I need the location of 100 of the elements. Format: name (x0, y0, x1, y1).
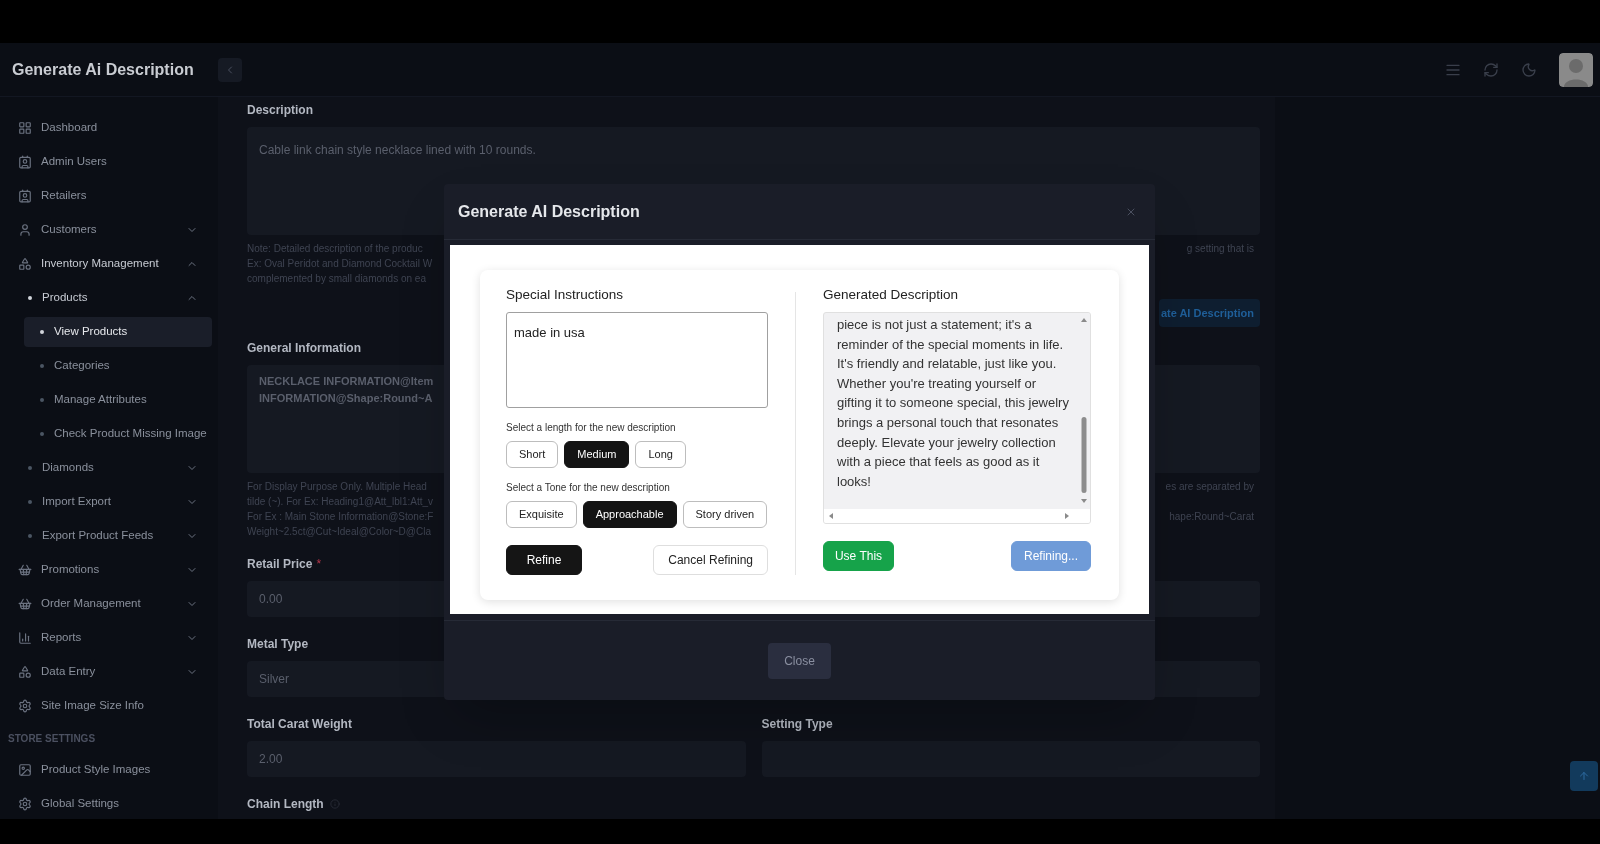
action-button[interactable]: Use This (823, 541, 894, 571)
collapse-button[interactable] (218, 57, 242, 82)
bullet-icon (28, 500, 32, 504)
bar-chart-icon (18, 631, 32, 645)
avatar-icon[interactable] (1559, 52, 1593, 87)
textarea-text: NECKLACE INFORMATION@Item (259, 374, 434, 389)
sidebar-item-label: Export Product Feeds (42, 528, 155, 544)
sidebar-item-label: Import Export (42, 494, 113, 510)
gear-icon (18, 699, 32, 713)
section-title: Special Instructions (506, 285, 625, 304)
option-button[interactable]: Exquisite (506, 501, 577, 528)
sidebar-item[interactable]: Order Management (6, 589, 212, 619)
sidebar-item-label: Diamonds (42, 460, 95, 476)
field-label: Description (247, 102, 313, 119)
sidebar-item[interactable]: Global Settings (6, 789, 212, 819)
sidebar-item[interactable]: Product Style Images (6, 755, 212, 785)
sidebar-item-label: Products (42, 290, 89, 306)
field-label: Retail Price (247, 556, 313, 573)
arrow-up-icon (1578, 770, 1590, 782)
shapes-icon (18, 665, 32, 679)
sidebar-item-label: Order Management (41, 596, 142, 612)
sidebar-item[interactable]: Products (6, 283, 212, 313)
required-mark: * (316, 556, 322, 573)
sidebar-item-label: Dashboard (41, 120, 99, 136)
scroll-top-button[interactable] (1570, 761, 1598, 791)
option-button[interactable]: Story driven (682, 501, 768, 528)
sidebar-item[interactable]: Check Product Missing Image (24, 419, 212, 449)
refresh-icon[interactable] (1483, 61, 1499, 78)
textarea-text: Cable link chain style necklace lined with 10 rounds. (259, 143, 536, 157)
section-heading: STORE SETTINGS (7, 731, 97, 746)
sidebar-item[interactable]: Import Export (6, 487, 212, 517)
sidebar-item[interactable]: Dashboard (6, 113, 212, 143)
sidebar-item-label: Manage Attributes (54, 392, 148, 408)
action-button[interactable]: Refine (506, 545, 582, 575)
sidebar-item-label: Inventory Management (41, 256, 160, 272)
app-title: Generate Ai Description (12, 59, 194, 80)
bullet-icon (40, 364, 44, 368)
sidebar-item[interactable]: Admin Users (6, 147, 212, 177)
horizontal-scrollbar[interactable] (824, 509, 1090, 523)
input-value: Silver (259, 671, 289, 688)
sidebar-item[interactable]: Manage Attributes (24, 385, 212, 415)
field-label: Chain Length (247, 796, 324, 813)
modal-title: Generate AI Description (458, 201, 640, 222)
sidebar-item-label: Promotions (41, 562, 101, 578)
bullet-icon (40, 330, 44, 334)
sidebar-item[interactable]: Export Product Feeds (6, 521, 212, 551)
sidebar-item-label: Site Image Size Info (41, 698, 145, 714)
sidebar-item-label: View Products (54, 324, 129, 340)
field-label: General Information (247, 340, 362, 357)
close-button[interactable]: Close (768, 642, 831, 679)
action-button[interactable]: Cancel Refining (653, 545, 768, 575)
sidebar-item[interactable]: Categories (24, 351, 212, 381)
sidebar-item[interactable]: View Products (24, 317, 212, 347)
sidebar-item[interactable]: Inventory Management (6, 249, 212, 279)
option-label: Select a length for the new description (506, 421, 677, 435)
section-title: Generated Description (823, 285, 960, 304)
bullet-icon (40, 432, 44, 436)
sidebar-item[interactable]: Customers (6, 215, 212, 245)
textarea-text: INFORMATION@Shape:Round~A (259, 391, 433, 406)
field-label: Total Carat Weight (247, 716, 352, 733)
sidebar-item[interactable]: Site Image Size Info (6, 691, 212, 721)
sidebar-item-label: Customers (41, 222, 98, 238)
image-icon (18, 763, 32, 777)
bullet-icon (28, 466, 32, 470)
sidebar-item[interactable]: Retailers (6, 181, 212, 211)
input-value: 2.00 (259, 751, 283, 768)
sidebar-item-label: Categories (54, 358, 111, 374)
sidebar-item[interactable]: Diamonds (6, 453, 212, 483)
sidebar-item[interactable]: Data Entry (6, 657, 212, 687)
option-button[interactable]: Medium (564, 441, 630, 468)
sidebar-item-label: Reports (41, 630, 83, 646)
basket-icon (18, 597, 32, 611)
contact-card-icon (18, 189, 32, 203)
sidebar-item-label: Product Style Images (41, 762, 152, 778)
sidebar-item[interactable]: Reports (6, 623, 212, 653)
field-label: Setting Type (761, 716, 833, 733)
bullet-icon (28, 296, 32, 300)
option-button[interactable]: Long (635, 441, 686, 468)
bullet-icon (40, 398, 44, 402)
sidebar-item-label: Check Product Missing Image (54, 426, 207, 442)
shapes-icon (18, 257, 32, 271)
sidebar-item-label: Global Settings (41, 796, 120, 812)
input-value: 0.00 (259, 591, 283, 608)
instructions-field[interactable]: made in usa (506, 311, 768, 408)
field-label: Metal Type (247, 636, 309, 653)
help-text: Weight~2.5ct@Cut~Ideal@Color~D@Cla (247, 525, 431, 539)
sidebar-item-label: Admin Users (41, 154, 108, 170)
gear-icon (18, 797, 32, 811)
grid-icon (18, 121, 32, 135)
bullet-icon (28, 534, 32, 538)
option-button[interactable]: Approachable (582, 501, 677, 528)
contact-card-icon (18, 155, 32, 169)
moon-icon[interactable] (1521, 61, 1537, 78)
option-label: Select a Tone for the new description (506, 481, 671, 495)
field-value: made in usa (514, 324, 585, 340)
sidebar-item-label: Retailers (41, 188, 88, 204)
option-button[interactable]: Short (506, 441, 559, 468)
generated-description-text: piece is not just a statement; it's a reminder of the special moments in life. It's friendly and relatable, just like you. Whether you're treating yourself or gifting it to someone special, this jewelry brings a personal touch that resonates deeply. Elevate your jewelry collection with a piece that feels as good as it looks! (837, 316, 1070, 491)
sidebar-item-label: Data Entry (41, 664, 97, 680)
sidebar-item[interactable]: Promotions (6, 555, 212, 585)
